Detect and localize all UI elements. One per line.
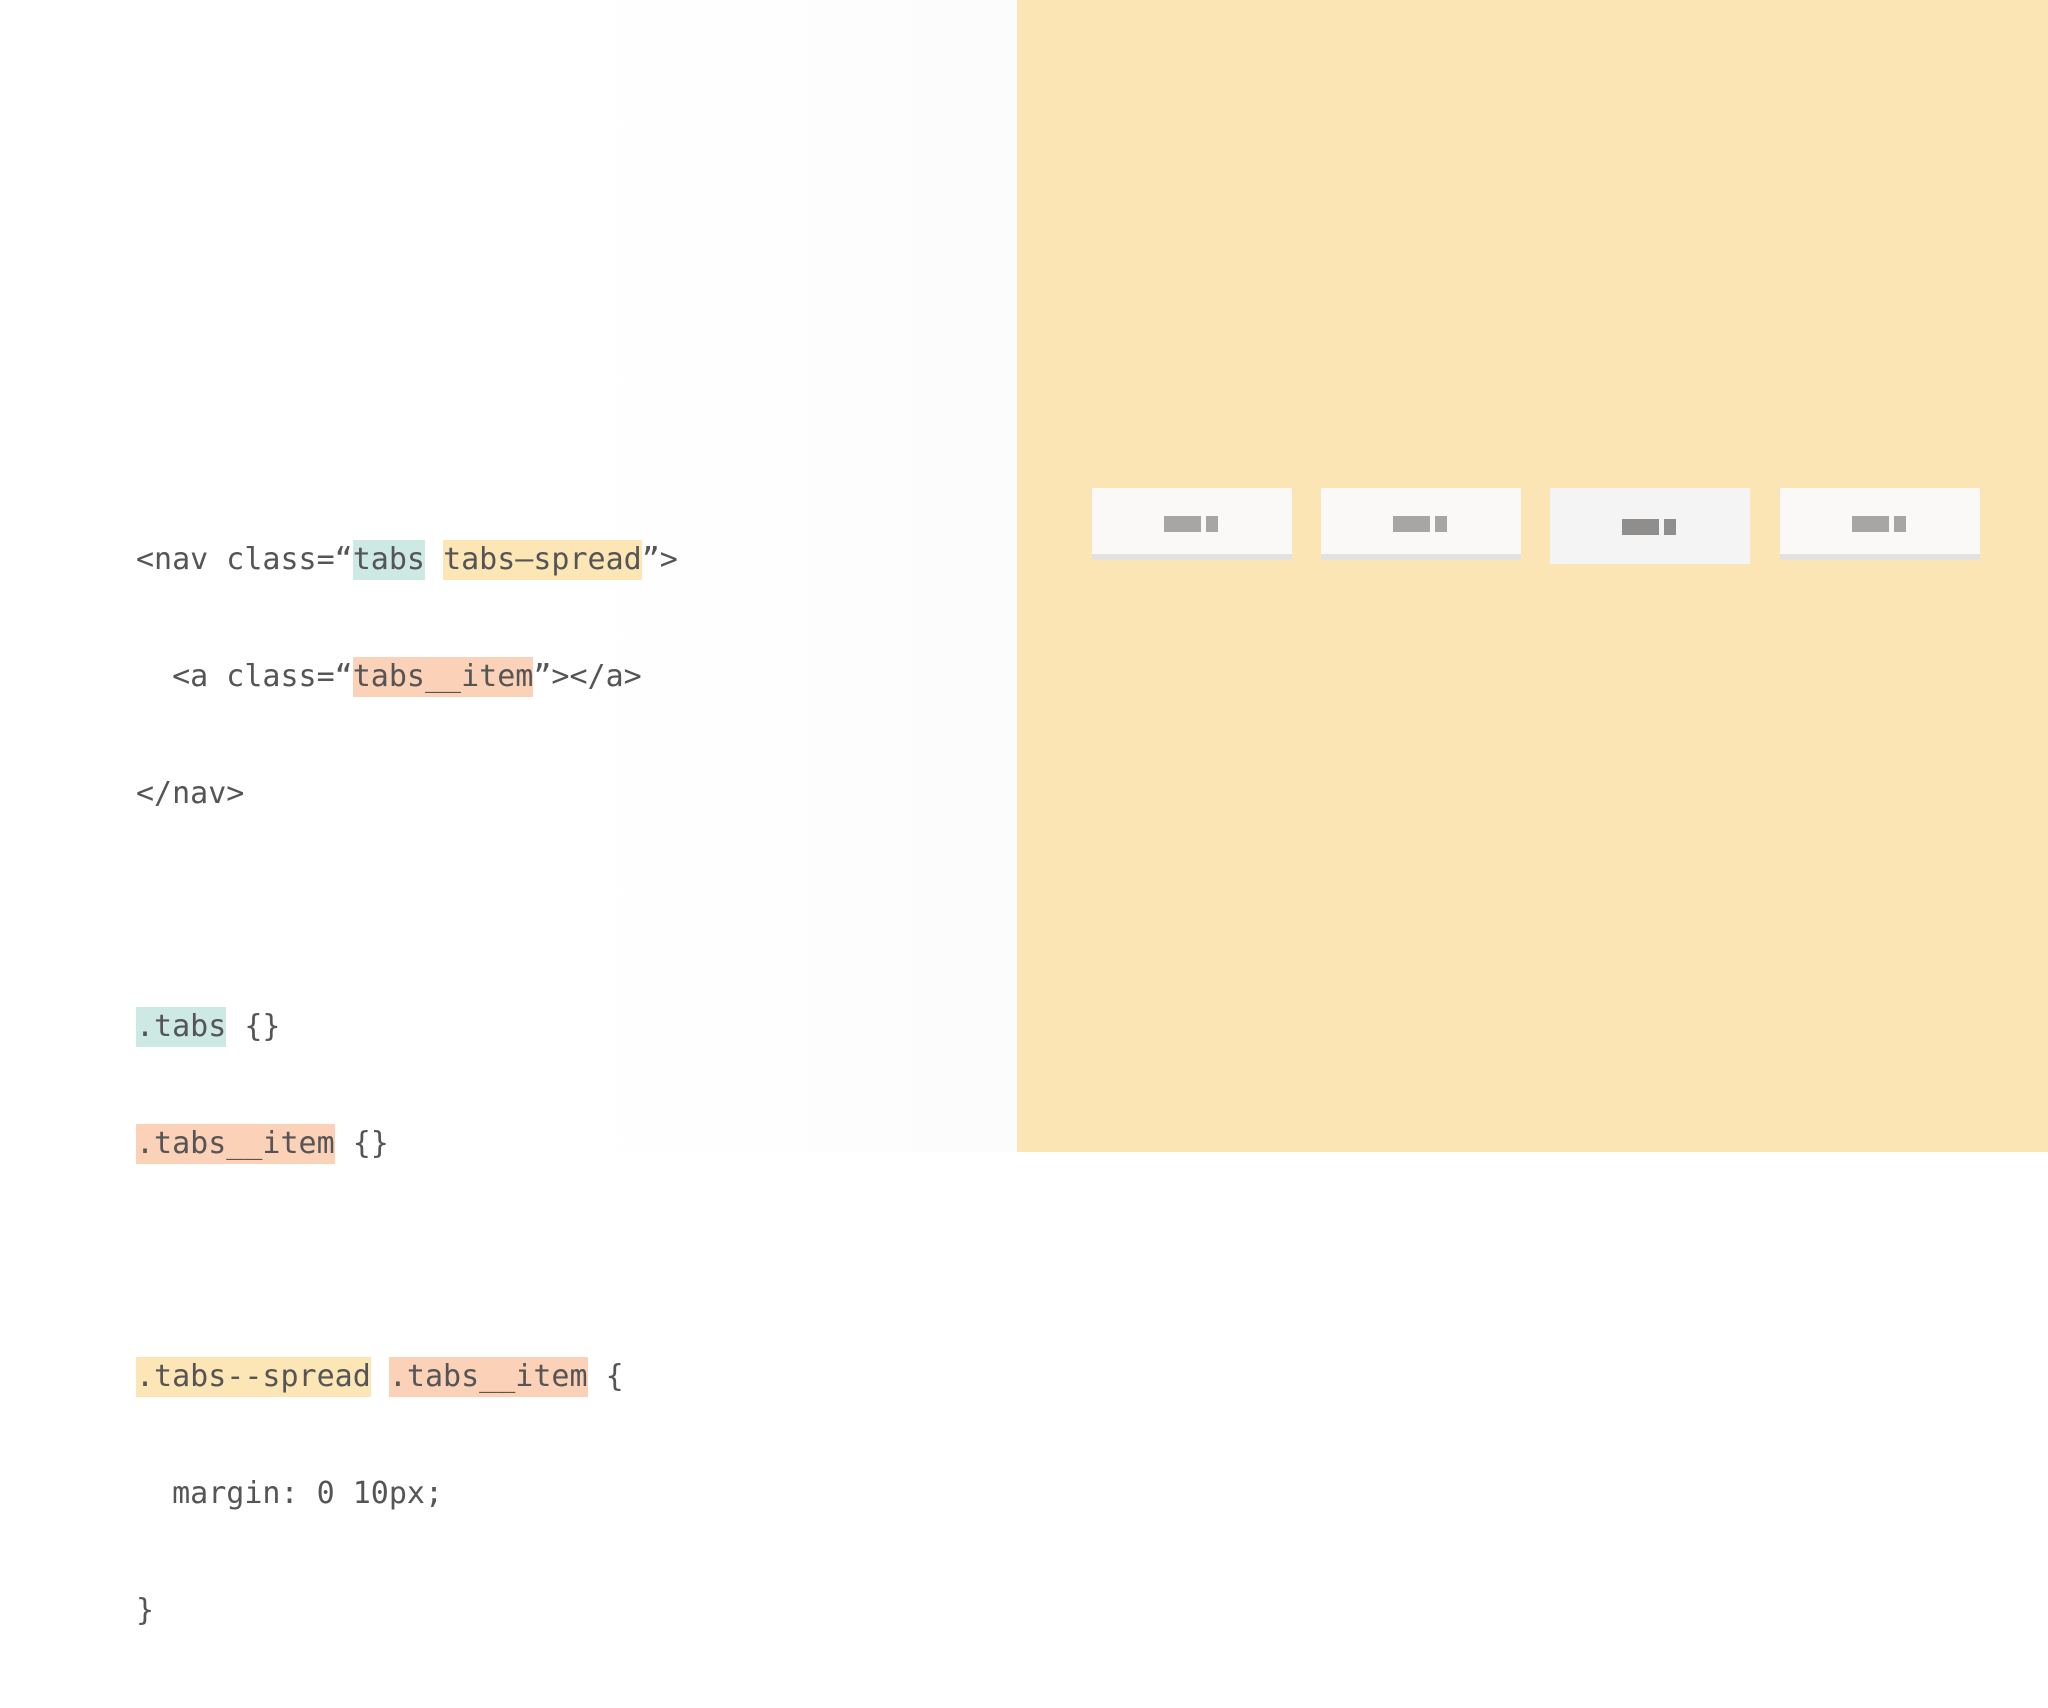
placeholder-bar (1622, 519, 1659, 535)
code-text: { (587, 1359, 624, 1394)
tab-label-placeholder (1164, 516, 1220, 532)
tab-label-placeholder (1622, 519, 1678, 535)
html-line-nav-open: <nav class=“tabs tabs–spread”> (136, 540, 678, 580)
code-snippet: <nav class=“tabs tabs–spread”> <a class=… (136, 462, 678, 1708)
highlight-spread-class: tabs–spread (443, 540, 642, 580)
highlight-item-selector: .tabs__item (136, 1124, 335, 1164)
css-rule-spread-open: .tabs--spread .tabs__item { (136, 1357, 678, 1397)
highlight-item-selector: .tabs__item (388, 1357, 588, 1397)
highlight-tabs-class: tabs (352, 540, 425, 580)
highlight-spread-selector: .tabs--spread (136, 1357, 371, 1397)
highlight-item-class: tabs__item (352, 657, 534, 697)
placeholder-bar (1894, 516, 1906, 532)
tab-item-1[interactable] (1092, 488, 1292, 560)
css-rule-tabs: .tabs {} (136, 1007, 678, 1047)
css-rule-item: .tabs__item {} (136, 1124, 678, 1164)
placeholder-bar (1393, 516, 1430, 532)
code-text: {} (334, 1126, 389, 1161)
placeholder-bar (1852, 516, 1889, 532)
placeholder-bar (1664, 519, 1676, 535)
placeholder-bar (1435, 516, 1447, 532)
tab-label-placeholder (1393, 516, 1449, 532)
css-declaration-margin: margin: 0 10px; (136, 1476, 444, 1511)
placeholder-bar (1164, 516, 1201, 532)
html-line-nav-close: </nav> (136, 776, 245, 811)
preview-panel (1017, 0, 2048, 1152)
code-text: ”></a> (533, 659, 642, 694)
placeholder-bar (1206, 516, 1218, 532)
code-text: ”> (641, 542, 678, 577)
tab-item-3-active[interactable] (1550, 488, 1750, 564)
tabs-preview (1092, 488, 2000, 564)
code-text: {} (226, 1009, 281, 1044)
highlight-tabs-selector: .tabs (136, 1007, 227, 1047)
html-line-anchor: <a class=“tabs__item”></a> (136, 657, 678, 697)
tab-label-placeholder (1852, 516, 1908, 532)
tab-item-4[interactable] (1780, 488, 1980, 560)
code-text: <nav class=“ (136, 542, 353, 577)
css-rule-spread-close: } (136, 1593, 155, 1628)
tab-item-2[interactable] (1321, 488, 1521, 560)
code-text: <a class=“ (136, 659, 353, 694)
code-panel: <nav class=“tabs tabs–spread”> <a class=… (0, 0, 1017, 1628)
